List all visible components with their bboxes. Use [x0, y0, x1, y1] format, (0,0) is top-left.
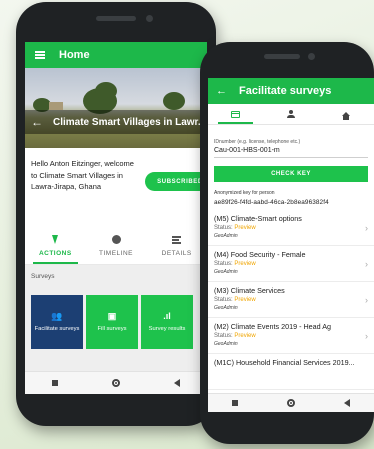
survey-status: Status: Preview	[214, 261, 368, 267]
survey-tiles: 👥 Facilitate surveys ▣ Fill surveys .ıl …	[31, 295, 193, 349]
home-tabs: ACTIONS TIMELINE DETAILS	[25, 226, 207, 265]
phone-facilitate-surveys: ← Facilitate surveys IDnumber (e.g. lice…	[200, 42, 374, 444]
check-key-button[interactable]: CHECK KEY	[214, 166, 368, 182]
back-icon[interactable]	[343, 399, 350, 407]
survey-name: (M2) Climate Events 2019 - Head Ag	[214, 322, 332, 331]
list-item[interactable]: (M5) Climate-Smart options Status: Previ…	[208, 210, 374, 246]
menu-icon[interactable]	[35, 51, 45, 59]
facilitate-appbar: ← Facilitate surveys	[208, 78, 374, 104]
clock-icon	[111, 235, 121, 244]
survey-author: GeoAdmin	[214, 233, 238, 239]
chevron-right-icon: ›	[365, 259, 368, 269]
list-item[interactable]: (M4) Food Security - Female Status: Prev…	[208, 246, 374, 282]
welcome-row: Hello Anton Eitzinger, welcome to Climat…	[25, 148, 207, 226]
status-label: Status:	[214, 333, 233, 339]
banner-title: Climate Smart Villages in Lawr...	[53, 116, 207, 128]
back-arrow-icon[interactable]: ←	[216, 85, 227, 97]
id-card-icon	[231, 110, 241, 118]
status-label: Status:	[214, 261, 233, 267]
speaker-grille	[264, 54, 300, 59]
tab-id-card[interactable]	[208, 104, 263, 124]
village-banner-image: ← Climate Smart Villages in Lawr...	[25, 68, 207, 148]
tab-person[interactable]	[263, 104, 318, 124]
survey-author: GeoAdmin	[214, 305, 238, 311]
list-icon	[172, 235, 182, 244]
speaker-grille	[96, 16, 136, 21]
front-camera	[146, 15, 153, 22]
anonymized-key-value: ae89f26-f4fd-aabd-46ca-2b8ea96382f4	[214, 199, 329, 206]
tree-shape	[95, 82, 117, 100]
survey-results-tile[interactable]: .ıl Survey results	[141, 295, 193, 349]
surveys-heading: Surveys	[31, 273, 55, 280]
status-value: Preview	[234, 225, 256, 231]
android-nav-bar	[208, 393, 374, 412]
list-item[interactable]: (M1C) Household Financial Services 2019.…	[208, 354, 374, 390]
phone-home: Home ← Climate Smart Villages in Lawr...…	[16, 2, 216, 426]
survey-status: Status: Preview	[214, 225, 368, 231]
survey-name: (M1C) Household Financial Services 2019.…	[214, 358, 355, 367]
back-icon[interactable]	[174, 379, 180, 387]
status-label: Status:	[214, 297, 233, 303]
facilitate-surveys-tile[interactable]: 👥 Facilitate surveys	[31, 295, 83, 349]
facilitate-tabs	[208, 104, 374, 125]
survey-name: (M3) Climate Services	[214, 286, 285, 295]
home-icon	[342, 112, 351, 120]
list-item[interactable]: (M2) Climate Events 2019 - Head Ag Statu…	[208, 318, 374, 354]
hut-shape	[49, 102, 63, 110]
tile-label: Fill surveys	[97, 325, 127, 332]
id-field-label: IDnumber (e.g. license, telephone etc.)	[214, 139, 301, 145]
android-nav-bar	[25, 371, 207, 394]
welcome-text: Hello Anton Eitzinger, welcome to Climat…	[31, 159, 134, 191]
tree-shape	[163, 92, 185, 110]
appbar-title: Home	[59, 49, 90, 61]
home-button-icon[interactable]	[286, 399, 295, 407]
list-item[interactable]: (M3) Climate Services Status: Preview Ge…	[208, 282, 374, 318]
status-label: Status:	[214, 225, 233, 231]
tab-label: ACTIONS	[38, 249, 72, 257]
chevron-right-icon: ›	[365, 331, 368, 341]
banner-title-bar: ← Climate Smart Villages in Lawr...	[25, 110, 207, 134]
clipboard-icon: ▣	[107, 310, 117, 321]
tab-label: TIMELINE	[99, 249, 133, 257]
fill-surveys-tile[interactable]: ▣ Fill surveys	[86, 295, 138, 349]
status-value: Preview	[234, 261, 256, 267]
survey-status: Status: Preview	[214, 297, 368, 303]
survey-list: (M5) Climate-Smart options Status: Previ…	[208, 210, 374, 390]
input-underline	[214, 157, 368, 158]
survey-status: Status: Preview	[214, 333, 368, 339]
person-icon	[286, 110, 295, 118]
survey-author: GeoAdmin	[214, 341, 238, 347]
chevron-right-icon: ›	[365, 223, 368, 233]
recents-icon[interactable]	[52, 380, 58, 386]
tile-label: Facilitate surveys	[34, 325, 80, 332]
tab-actions[interactable]: ACTIONS	[25, 226, 86, 264]
key-label: Anonymized key for person	[214, 190, 275, 196]
tab-home[interactable]	[319, 104, 374, 124]
bolt-icon	[52, 235, 59, 244]
appbar-title: Facilitate surveys	[239, 85, 332, 97]
survey-author: GeoAdmin	[214, 269, 238, 275]
facilitate-screen: ← Facilitate surveys IDnumber (e.g. lice…	[208, 78, 374, 412]
home-screen: Home ← Climate Smart Villages in Lawr...…	[25, 42, 207, 394]
id-number-input[interactable]: Cau-001-HBS-001-m	[208, 145, 374, 154]
tab-details[interactable]: DETAILS	[146, 226, 207, 264]
subscribed-button[interactable]: SUBSCRIBED	[145, 172, 207, 191]
survey-name: (M4) Food Security - Female	[214, 250, 306, 259]
tab-label: DETAILS	[161, 249, 192, 257]
survey-name: (M5) Climate-Smart options	[214, 214, 302, 223]
surveys-section: Surveys 👥 Facilitate surveys ▣ Fill surv…	[25, 265, 207, 372]
status-value: Preview	[234, 333, 256, 339]
bar-chart-icon: .ıl	[163, 310, 171, 321]
group-icon: 👥	[51, 310, 63, 321]
front-camera	[308, 53, 315, 60]
back-arrow-icon[interactable]: ←	[31, 115, 43, 129]
chevron-right-icon: ›	[365, 295, 368, 305]
tile-label: Survey results	[148, 325, 186, 332]
status-value: Preview	[234, 297, 256, 303]
recents-icon[interactable]	[232, 400, 239, 406]
tab-timeline[interactable]: TIMELINE	[86, 226, 147, 264]
home-appbar: Home	[25, 42, 207, 68]
home-button-icon[interactable]	[112, 379, 120, 387]
